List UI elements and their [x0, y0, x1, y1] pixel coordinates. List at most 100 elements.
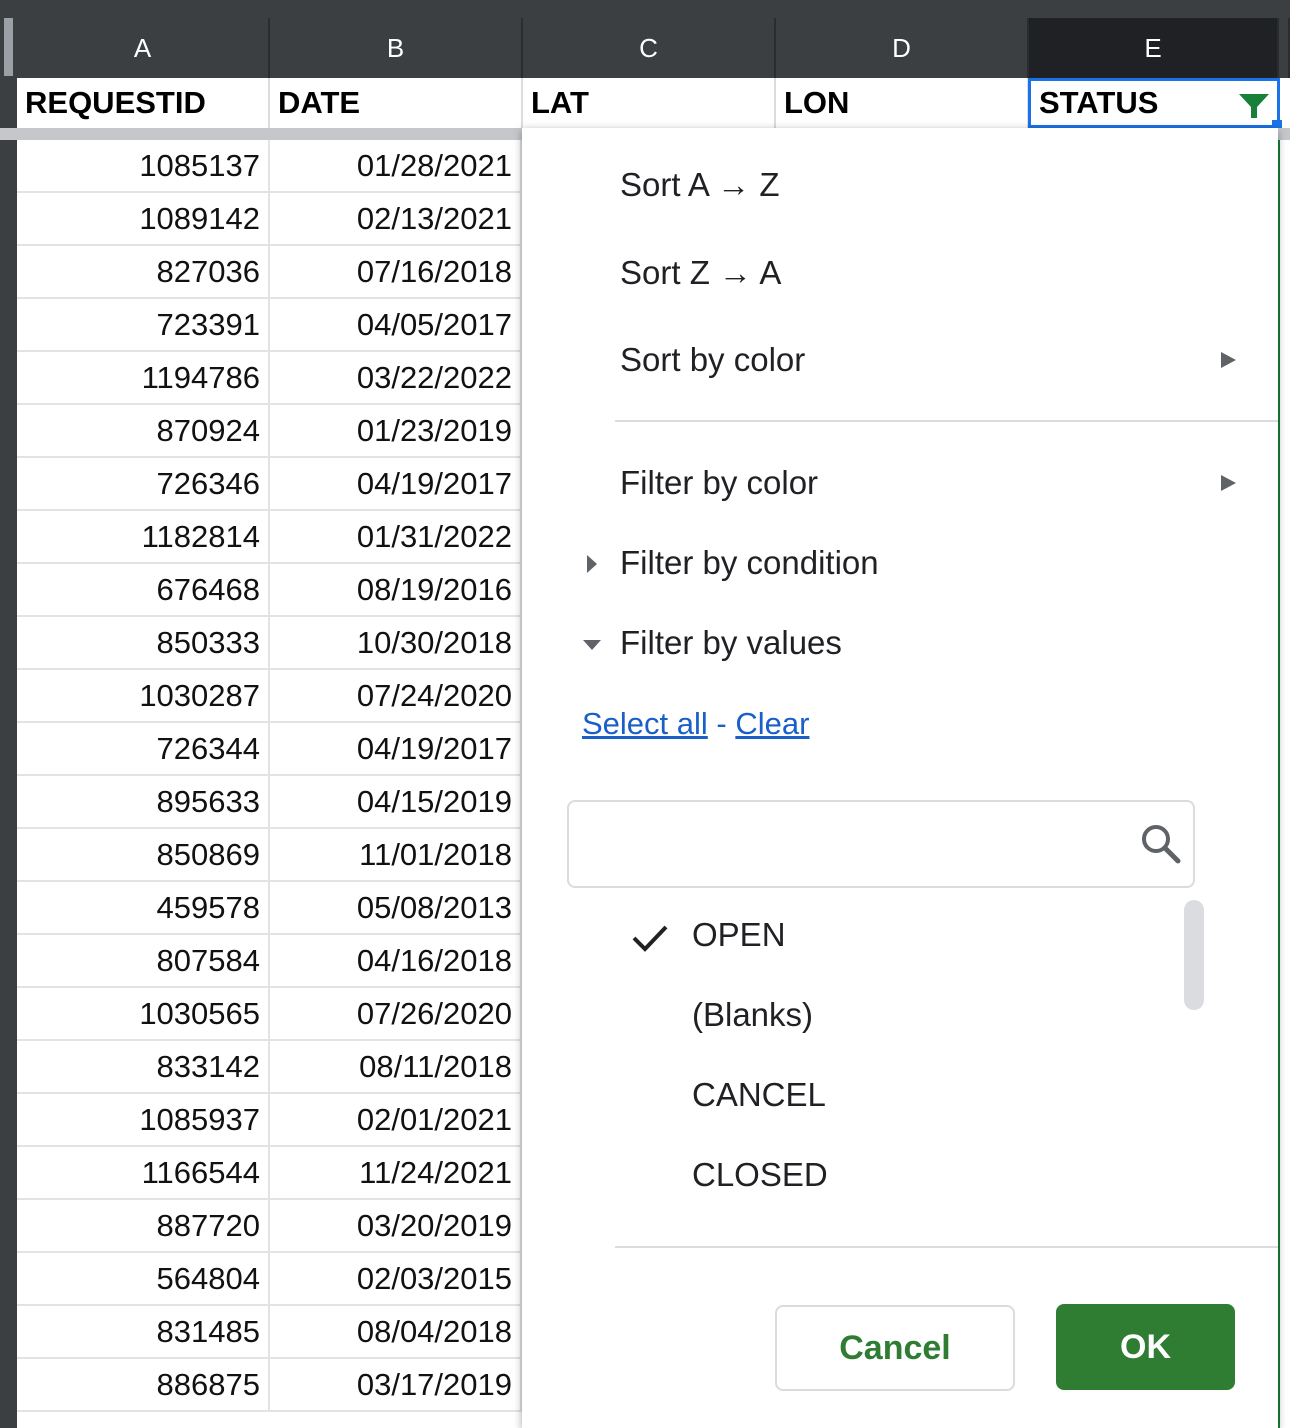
cell-date[interactable]: 03/20/2019	[270, 1200, 522, 1251]
header-cell-requestid[interactable]: REQUESTID	[17, 78, 270, 128]
table-row: 1030565 07/26/2020	[17, 988, 522, 1041]
cell-date[interactable]: 04/19/2017	[270, 723, 522, 774]
cell-date[interactable]: 07/24/2020	[270, 670, 522, 721]
table-row: 1085937 02/01/2021	[17, 1094, 522, 1147]
table-row: 831485 08/04/2018	[17, 1306, 522, 1359]
cell-date[interactable]: 01/23/2019	[270, 405, 522, 456]
cell-date[interactable]: 01/31/2022	[270, 511, 522, 562]
table-row: 870924 01/23/2019	[17, 405, 522, 458]
column-header-e[interactable]: E	[1029, 18, 1279, 78]
header-cell-lat[interactable]: LAT	[523, 78, 776, 128]
cell-requestid[interactable]: 827036	[17, 246, 270, 297]
cell-requestid[interactable]: 726344	[17, 723, 270, 774]
filter-by-condition-item[interactable]: Filter by condition	[620, 544, 879, 582]
value-search-box	[567, 800, 1195, 888]
cell-date[interactable]: 04/15/2019	[270, 776, 522, 827]
ok-button[interactable]: OK	[1056, 1304, 1235, 1390]
cell-date[interactable]: 11/01/2018	[270, 829, 522, 880]
column-header-c[interactable]: C	[523, 18, 776, 78]
cell-date[interactable]: 03/17/2019	[270, 1359, 522, 1410]
cell-date[interactable]: 04/19/2017	[270, 458, 522, 509]
cell-date[interactable]: 05/08/2013	[270, 882, 522, 933]
cell-requestid[interactable]: 1030565	[17, 988, 270, 1039]
cell-date[interactable]: 02/01/2021	[270, 1094, 522, 1145]
table-row: 723391 04/05/2017	[17, 299, 522, 352]
cell-date[interactable]: 07/26/2020	[270, 988, 522, 1039]
sort-by-color-item[interactable]: Sort by color	[620, 341, 805, 379]
cell-date[interactable]: 07/16/2018	[270, 246, 522, 297]
header-cell-date[interactable]: DATE	[270, 78, 523, 128]
cancel-button[interactable]: Cancel	[775, 1305, 1015, 1391]
cell-requestid[interactable]: 1030287	[17, 670, 270, 721]
collapse-down-icon[interactable]	[583, 640, 601, 650]
filter-icon[interactable]	[1237, 91, 1271, 121]
cell-date[interactable]: 08/11/2018	[270, 1041, 522, 1092]
header-cell-status[interactable]: STATUS	[1028, 78, 1280, 128]
cell-requestid[interactable]: 886875	[17, 1359, 270, 1410]
menu-divider	[615, 1246, 1278, 1248]
cell-requestid[interactable]: 459578	[17, 882, 270, 933]
cell-date[interactable]: 02/03/2015	[270, 1253, 522, 1304]
cell-requestid[interactable]: 831485	[17, 1306, 270, 1357]
value-option-open[interactable]: OPEN	[692, 916, 786, 954]
cell-requestid[interactable]: 850869	[17, 829, 270, 880]
row-header-strip	[0, 18, 17, 1428]
cell-requestid[interactable]: 676468	[17, 564, 270, 615]
column-header-b[interactable]: B	[270, 18, 523, 78]
cell-date[interactable]: 01/28/2021	[270, 140, 522, 191]
top-toolbar-edge	[0, 0, 1290, 18]
filter-by-values-item[interactable]: Filter by values	[620, 624, 842, 662]
sort-a-z-item[interactable]: Sort A → Z	[620, 166, 780, 204]
cell-requestid[interactable]: 1089142	[17, 193, 270, 244]
cell-requestid[interactable]: 1194786	[17, 352, 270, 403]
cell-date[interactable]: 04/16/2018	[270, 935, 522, 986]
cell-requestid[interactable]: 850333	[17, 617, 270, 668]
cell-date[interactable]: 03/22/2022	[270, 352, 522, 403]
expand-right-icon[interactable]	[587, 555, 597, 573]
clear-link[interactable]: Clear	[735, 706, 809, 741]
value-option-closed[interactable]: CLOSED	[692, 1156, 828, 1194]
table-row: 886875 03/17/2019	[17, 1359, 522, 1412]
cell-requestid[interactable]: 887720	[17, 1200, 270, 1251]
table-row: 887720 03/20/2019	[17, 1200, 522, 1253]
column-header-a[interactable]: A	[17, 18, 270, 78]
cell-requestid[interactable]: 1085937	[17, 1094, 270, 1145]
cell-date[interactable]: 02/13/2021	[270, 193, 522, 244]
cell-date[interactable]: 08/19/2016	[270, 564, 522, 615]
cell-date[interactable]: 11/24/2021	[270, 1147, 522, 1198]
column-header-d[interactable]: D	[776, 18, 1029, 78]
table-row: 1030287 07/24/2020	[17, 670, 522, 723]
cell-date[interactable]: 10/30/2018	[270, 617, 522, 668]
column-headers: A B C D E	[17, 18, 1290, 78]
select-links: Select all - Clear	[582, 706, 809, 742]
cell-date[interactable]: 08/04/2018	[270, 1306, 522, 1357]
cell-requestid[interactable]: 726346	[17, 458, 270, 509]
table-row: 1166544 11/24/2021	[17, 1147, 522, 1200]
cell-requestid[interactable]: 564804	[17, 1253, 270, 1304]
filter-by-color-item[interactable]: Filter by color	[620, 464, 818, 502]
header-cell-lon[interactable]: LON	[776, 78, 1029, 128]
sort-z-a-item[interactable]: Sort Z → A	[620, 254, 781, 292]
cell-requestid[interactable]: 1085137	[17, 140, 270, 191]
column-header-f[interactable]	[1279, 18, 1290, 78]
value-search-input[interactable]	[581, 812, 1125, 878]
cell-requestid[interactable]: 1182814	[17, 511, 270, 562]
table-row: 827036 07/16/2018	[17, 246, 522, 299]
link-separator: -	[707, 706, 736, 741]
cell-date[interactable]: 04/05/2017	[270, 299, 522, 350]
value-option-cancel[interactable]: CANCEL	[692, 1076, 826, 1114]
cell-requestid[interactable]: 1166544	[17, 1147, 270, 1198]
filter-menu: Sort A → Z Sort Z → A Sort by color Filt…	[522, 128, 1278, 1428]
cell-requestid[interactable]: 870924	[17, 405, 270, 456]
select-all-corner[interactable]	[4, 18, 13, 76]
table-row: 833142 08/11/2018	[17, 1041, 522, 1094]
check-icon[interactable]	[630, 918, 670, 958]
select-all-link[interactable]: Select all	[582, 706, 708, 741]
cell-requestid[interactable]: 807584	[17, 935, 270, 986]
values-scrollbar[interactable]	[1184, 900, 1204, 1010]
cell-requestid[interactable]: 895633	[17, 776, 270, 827]
status-column-edge	[1278, 140, 1290, 1428]
value-option-blanks[interactable]: (Blanks)	[692, 996, 813, 1034]
cell-requestid[interactable]: 723391	[17, 299, 270, 350]
cell-requestid[interactable]: 833142	[17, 1041, 270, 1092]
